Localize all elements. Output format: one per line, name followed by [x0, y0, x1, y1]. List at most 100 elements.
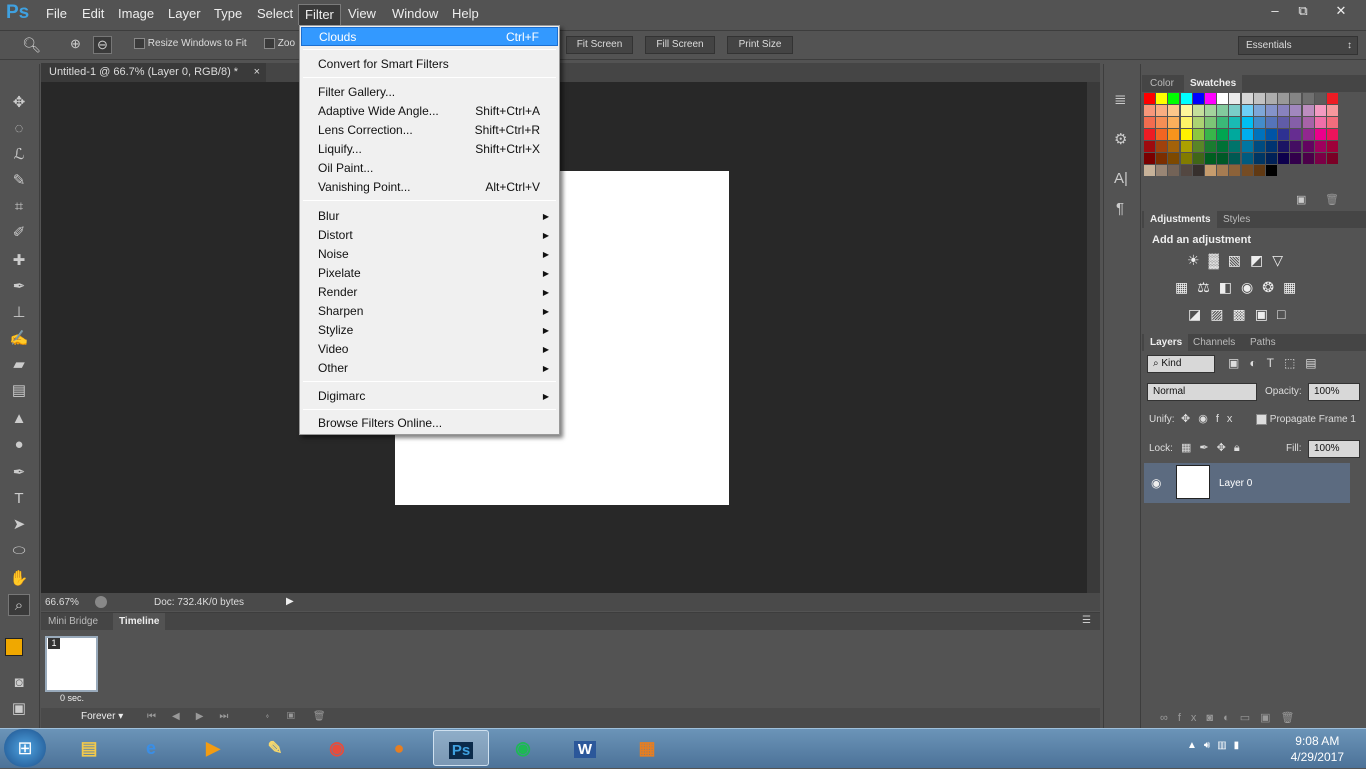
dodge-tool-icon[interactable]: ●	[8, 434, 30, 456]
zoom-level[interactable]: 66.67%	[45, 597, 79, 608]
menu-item-stylize[interactable]: Stylize ▶	[301, 321, 558, 340]
swatch[interactable]	[1327, 105, 1338, 116]
swatch[interactable]	[1253, 141, 1265, 152]
tab-mini-bridge[interactable]: Mini Bridge	[42, 613, 104, 630]
swatch[interactable]	[1144, 93, 1155, 104]
swatch[interactable]	[1205, 93, 1216, 104]
tab-swatches[interactable]: Swatches	[1184, 75, 1243, 92]
swatch[interactable]	[1302, 105, 1314, 116]
print-size-button[interactable]: Print Size	[727, 36, 793, 54]
adjustment-filter-icon[interactable]: ◐	[1249, 356, 1266, 370]
swatch[interactable]	[1327, 153, 1338, 164]
tab-channels[interactable]: Channels	[1187, 334, 1241, 351]
type-tool-icon[interactable]: T	[8, 488, 30, 510]
smart-object-filter-icon[interactable]: ▤	[1305, 356, 1326, 370]
history-panel-icon[interactable]: ≣	[1114, 90, 1127, 108]
media-player-icon[interactable]: ▶	[185, 730, 241, 766]
swatch[interactable]	[1241, 117, 1253, 128]
chrome-icon[interactable]: ◉	[309, 730, 365, 766]
swatch[interactable]	[1192, 153, 1204, 164]
swatch[interactable]	[1278, 117, 1290, 128]
swatch[interactable]	[1192, 117, 1204, 128]
unify-position-icon[interactable]: ✥	[1181, 413, 1198, 425]
new-swatch-icon[interactable]: ▣	[1296, 193, 1306, 206]
swatch[interactable]	[1180, 141, 1192, 152]
swatch[interactable]	[1314, 141, 1326, 152]
swatch[interactable]	[1168, 129, 1180, 140]
channel-mixer-icon[interactable]: ❂	[1262, 279, 1283, 295]
curves-icon[interactable]: ▧	[1228, 252, 1250, 268]
menu-type[interactable]: Type	[208, 6, 248, 24]
swatch[interactable]	[1156, 165, 1168, 176]
filter-kind-select[interactable]: ⌕ Kind	[1147, 355, 1215, 373]
propagate-checkbox[interactable]	[1256, 414, 1267, 425]
swatch[interactable]	[1302, 153, 1314, 164]
zoom-all-option[interactable]: Zoo	[264, 38, 295, 49]
swatch[interactable]	[1253, 93, 1265, 104]
move-tool-icon[interactable]: ✥	[8, 92, 30, 114]
menu-item-other[interactable]: Other ▶	[301, 359, 558, 378]
first-frame-icon[interactable]: ⏮︎	[147, 711, 172, 722]
swatch[interactable]	[1290, 141, 1302, 152]
threshold-icon[interactable]: ▩	[1232, 306, 1254, 322]
other-app-icon[interactable]: ▦	[619, 730, 675, 766]
swatch[interactable]	[1266, 129, 1277, 140]
swatch[interactable]	[1241, 141, 1253, 152]
tab-styles[interactable]: Styles	[1217, 211, 1256, 228]
blur-tool-icon[interactable]: ▲	[8, 408, 30, 430]
menu-item-digimarc[interactable]: Digimarc ▶	[301, 387, 558, 406]
swatch[interactable]	[1327, 129, 1338, 140]
swatch[interactable]	[1266, 165, 1277, 176]
menu-item-liquify[interactable]: Liquify... Shift+Ctrl+X	[301, 140, 558, 159]
menu-item-clouds[interactable]: Clouds Ctrl+F	[301, 27, 558, 46]
swatch[interactable]	[1278, 105, 1290, 116]
new-group-icon[interactable]: ▭	[1240, 712, 1260, 724]
photo-filter-icon[interactable]: ◉	[1241, 279, 1262, 295]
lock-all-icon[interactable]: 🔒︎	[1234, 442, 1248, 454]
swatch[interactable]	[1229, 93, 1241, 104]
swatch[interactable]	[1290, 153, 1302, 164]
swatch[interactable]	[1205, 141, 1216, 152]
swatch[interactable]	[1192, 141, 1204, 152]
status-info-icon[interactable]	[95, 596, 107, 608]
swatch[interactable]	[1290, 93, 1302, 104]
layer-name[interactable]: Layer 0	[1219, 478, 1252, 489]
swatch[interactable]	[1241, 105, 1253, 116]
exposure-icon[interactable]: ◩	[1250, 252, 1272, 268]
resize-windows-option[interactable]: Resize Windows to Fit	[134, 38, 247, 49]
swatch[interactable]	[1168, 117, 1180, 128]
swatch[interactable]	[1253, 117, 1265, 128]
swatch[interactable]	[1278, 153, 1290, 164]
swatch[interactable]	[1314, 129, 1326, 140]
zoom-tool-active-icon[interactable]: ⌕	[8, 594, 30, 616]
swatch[interactable]	[1290, 129, 1302, 140]
swatch[interactable]	[1314, 117, 1326, 128]
swatch[interactable]	[1156, 129, 1168, 140]
menu-item-browse-filters-online[interactable]: Browse Filters Online...	[301, 414, 558, 433]
swatch[interactable]	[1217, 165, 1229, 176]
menu-item-render[interactable]: Render ▶	[301, 283, 558, 302]
duplicate-frame-icon[interactable]: ▣	[287, 711, 313, 722]
prev-frame-icon[interactable]: ◀	[172, 711, 196, 722]
healing-brush-tool-icon[interactable]: ✚	[8, 250, 30, 272]
menu-item-oil-paint[interactable]: Oil Paint...	[301, 159, 558, 178]
swatch[interactable]	[1290, 117, 1302, 128]
swatch[interactable]	[1180, 105, 1192, 116]
swatch[interactable]	[1266, 93, 1277, 104]
swatch[interactable]	[1168, 165, 1180, 176]
volume-icon[interactable]: 🔊︎	[1204, 740, 1217, 751]
system-clock[interactable]: 9:08 AM 4/29/2017	[1291, 733, 1344, 765]
properties-panel-icon[interactable]: ⚙	[1114, 130, 1127, 148]
menu-image[interactable]: Image	[112, 6, 160, 24]
invert-icon[interactable]: ◪	[1188, 306, 1210, 322]
swatch[interactable]	[1229, 105, 1241, 116]
delete-layer-icon[interactable]: 🗑︎	[1281, 712, 1305, 724]
quick-selection-tool-icon[interactable]: ✎	[8, 170, 30, 192]
loop-select[interactable]: Forever ▾	[81, 711, 123, 722]
swatch[interactable]	[1229, 129, 1241, 140]
swatch[interactable]	[1205, 153, 1216, 164]
lock-transparent-icon[interactable]: ▦	[1181, 442, 1199, 454]
black-white-icon[interactable]: ◧	[1219, 279, 1241, 295]
clone-stamp-tool-icon[interactable]: ⊥	[8, 302, 30, 324]
lock-pixels-icon[interactable]: ✒	[1199, 442, 1216, 454]
